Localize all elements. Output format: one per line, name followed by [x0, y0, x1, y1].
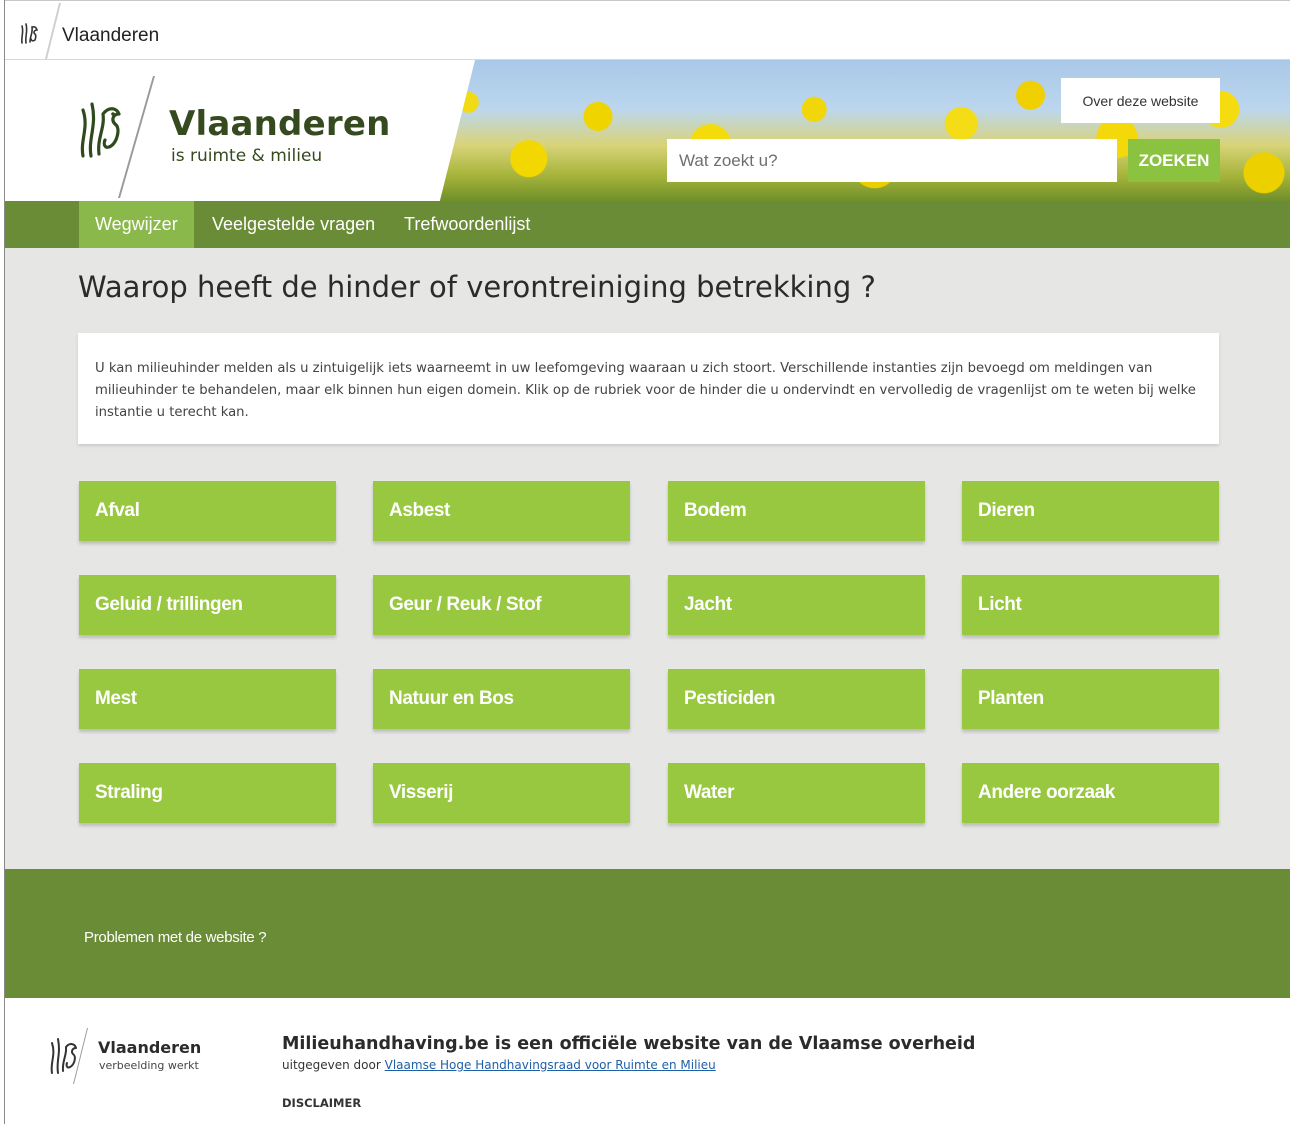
disclaimer-link[interactable]: DISCLAIMER — [282, 1096, 361, 1110]
publisher-line: uitgegeven door Vlaamse Hoge Handhavings… — [282, 1058, 716, 1072]
website-problems-link[interactable]: Problemen met de website ? — [84, 929, 267, 946]
footer-brand: Vlaanderen — [98, 1038, 202, 1057]
category-andere-oorzaak[interactable]: Andere oorzaak — [962, 763, 1219, 823]
logo-title[interactable]: Vlaanderen — [169, 104, 391, 144]
page-title: Waarop heeft de hinder of verontreinigin… — [78, 270, 876, 304]
publisher-prefix: uitgegeven door — [282, 1058, 381, 1072]
logo-lion-icon[interactable] — [75, 92, 125, 160]
search-input[interactable] — [667, 139, 1117, 182]
tab-veelgestelde-vragen[interactable]: Veelgestelde vragen — [196, 201, 391, 248]
top-brand-link[interactable]: Vlaanderen — [62, 25, 159, 47]
category-dieren[interactable]: Dieren — [962, 481, 1219, 541]
intro-text: U kan milieuhinder melden als u zintuige… — [78, 333, 1219, 444]
main-nav: Wegwijzer Veelgestelde vragen Trefwoorde… — [5, 201, 1290, 248]
category-afval[interactable]: Afval — [79, 481, 336, 541]
footer-brand-tagline: verbeelding werkt — [99, 1059, 199, 1072]
category-licht[interactable]: Licht — [962, 575, 1219, 635]
publisher-link[interactable]: Vlaamse Hoge Handhavingsraad voor Ruimte… — [385, 1058, 716, 1072]
category-straling[interactable]: Straling — [79, 763, 336, 823]
flemish-lion-icon[interactable] — [18, 21, 40, 45]
category-planten[interactable]: Planten — [962, 669, 1219, 729]
category-mest[interactable]: Mest — [79, 669, 336, 729]
site-header: Vlaanderen is ruimte & milieu Over deze … — [5, 60, 1290, 201]
divider — [45, 3, 61, 59]
category-visserij[interactable]: Visserij — [373, 763, 630, 823]
category-pesticiden[interactable]: Pesticiden — [668, 669, 925, 729]
tab-trefwoordenlijst[interactable]: Trefwoordenlijst — [388, 201, 546, 248]
category-asbest[interactable]: Asbest — [373, 481, 630, 541]
official-site-title: Milieuhandhaving.be is een officiële web… — [282, 1034, 976, 1054]
footer-lion-icon — [50, 1038, 77, 1074]
category-natuur-en-bos[interactable]: Natuur en Bos — [373, 669, 630, 729]
tab-wegwijzer[interactable]: Wegwijzer — [79, 201, 194, 248]
category-jacht[interactable]: Jacht — [668, 575, 925, 635]
main-content: Waarop heeft de hinder of verontreinigin… — [5, 248, 1290, 869]
footer-bottom: Vlaanderen verbeelding werkt Milieuhandh… — [5, 998, 1290, 1124]
category-bodem[interactable]: Bodem — [668, 481, 925, 541]
footer-band: Problemen met de website ? — [5, 869, 1290, 998]
search-button[interactable]: ZOEKEN — [1128, 139, 1220, 182]
category-geur-reuk-stof[interactable]: Geur / Reuk / Stof — [373, 575, 630, 635]
logo-subtitle: is ruimte & milieu — [171, 146, 323, 166]
category-water[interactable]: Water — [668, 763, 925, 823]
top-bar: Vlaanderen — [5, 1, 1290, 60]
category-geluid-trillingen[interactable]: Geluid / trillingen — [79, 575, 336, 635]
about-website-button[interactable]: Over deze website — [1061, 78, 1220, 123]
